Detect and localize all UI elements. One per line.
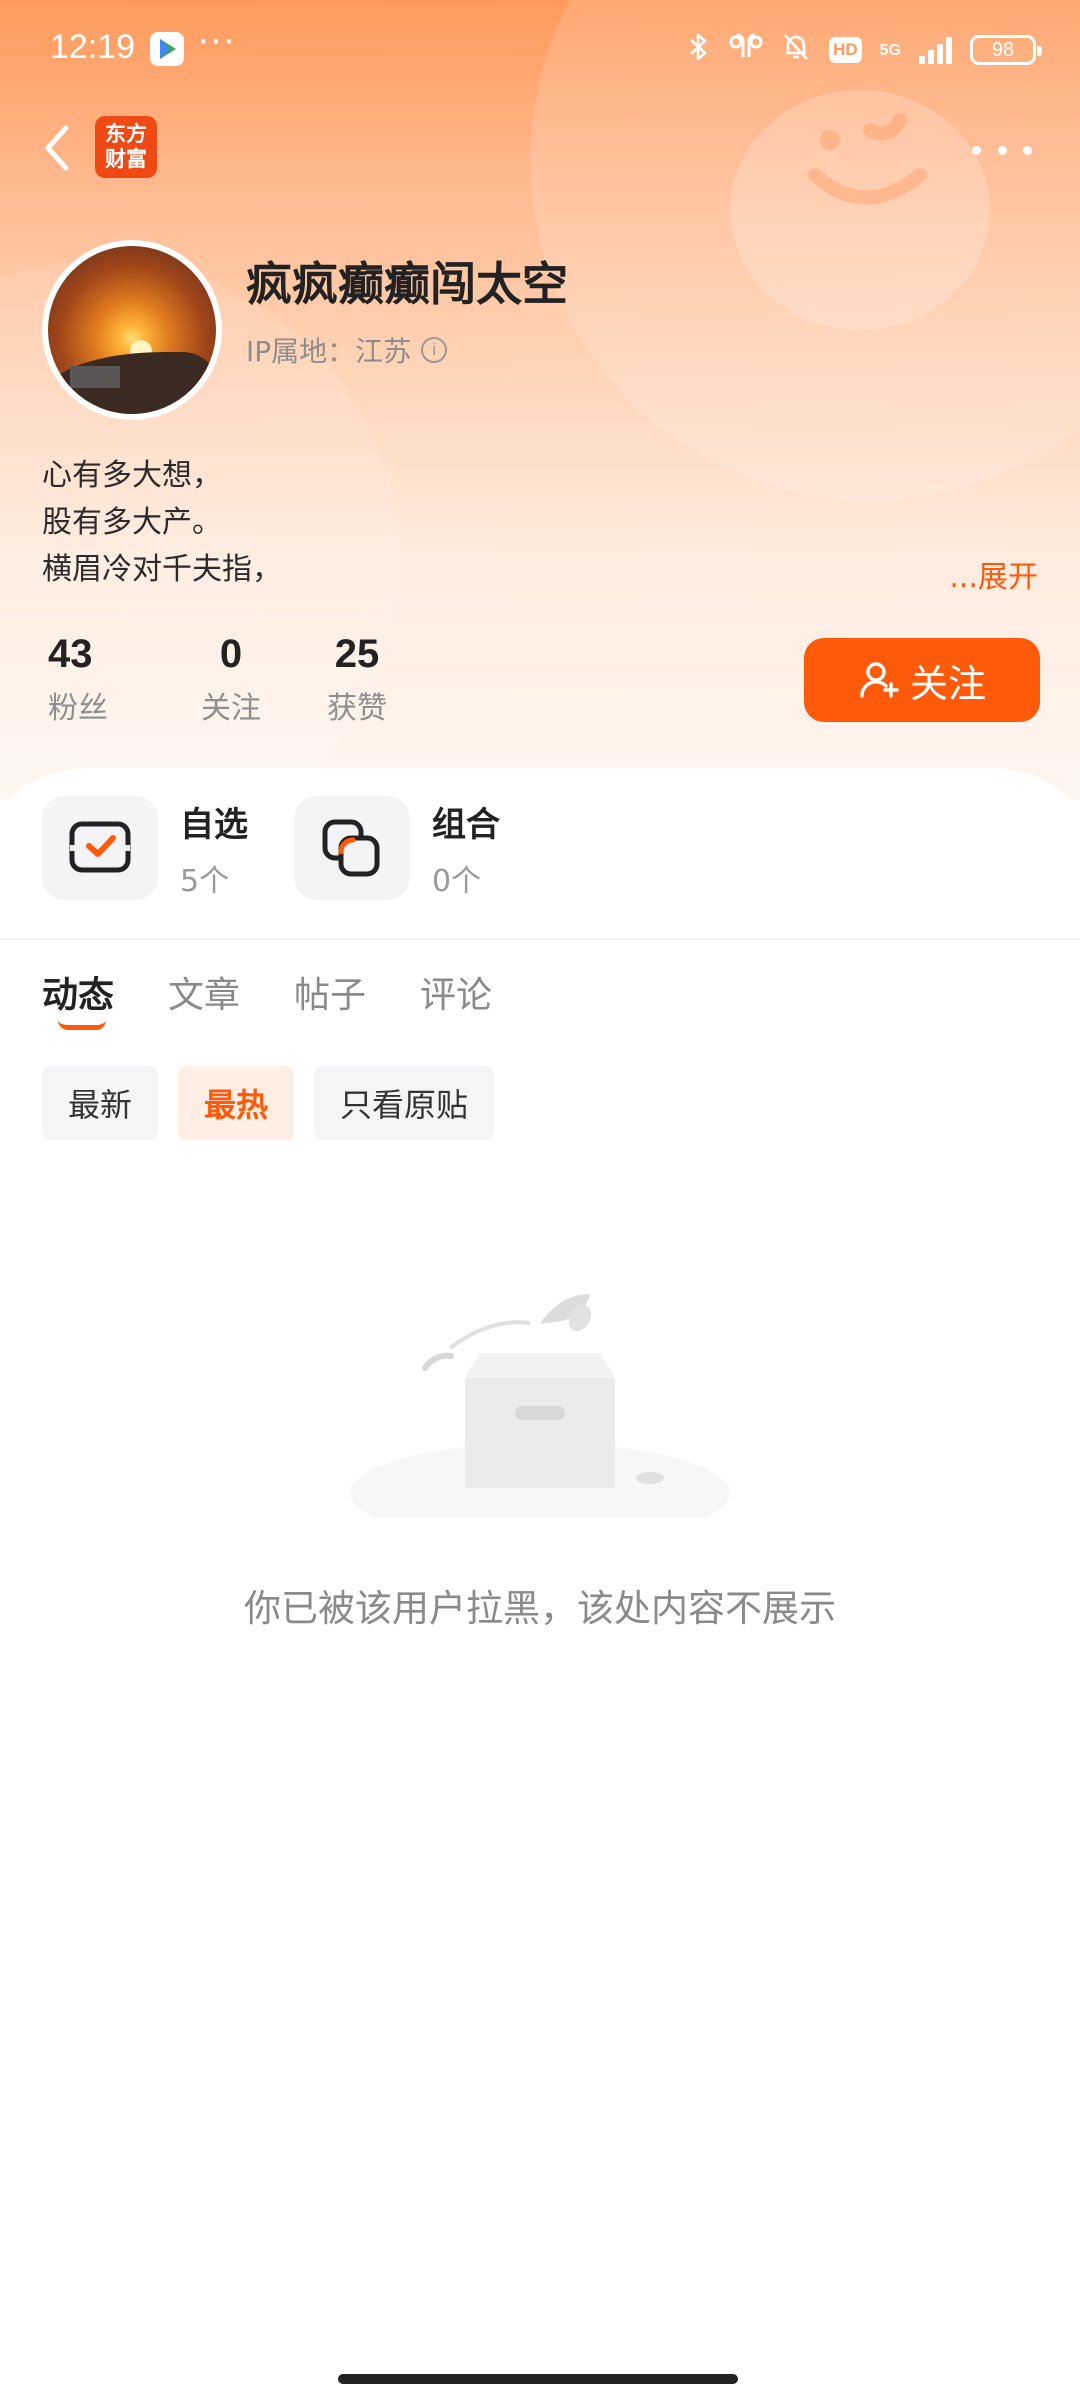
filter-latest[interactable]: 最新 xyxy=(42,1066,159,1140)
follow-button[interactable]: 关注 xyxy=(804,638,1040,722)
back-button[interactable] xyxy=(36,118,84,178)
shortcut-count: 5个 xyxy=(180,863,230,899)
tab-activity[interactable]: 动态 xyxy=(42,966,115,1030)
tab-posts[interactable]: 帖子 xyxy=(294,966,366,1018)
home-indicator[interactable] xyxy=(338,2374,738,2384)
stat-following[interactable]: 0 关注 xyxy=(168,632,294,727)
filter-chips: 最新 最热 只看原贴 xyxy=(42,1066,495,1140)
divider xyxy=(0,938,1080,940)
status-time: 12:19 xyxy=(50,28,136,66)
stat-label: 关注 xyxy=(201,691,261,726)
bell-muted-icon xyxy=(781,31,811,69)
ip-location-text: IP属地：江苏 xyxy=(246,335,412,368)
battery-icon: 98 xyxy=(970,35,1042,65)
tab-comments[interactable]: 评论 xyxy=(420,966,492,1018)
dot-icon xyxy=(972,145,981,155)
bio-line: 心有多大想， xyxy=(42,458,222,493)
earbuds-icon xyxy=(729,31,763,69)
filter-original-only[interactable]: 只看原贴 xyxy=(314,1066,495,1140)
stat-likes[interactable]: 25 获赞 xyxy=(294,632,420,727)
hd-badge: HD xyxy=(829,37,862,63)
tab-label: 评论 xyxy=(420,975,493,1016)
smiley-bubble-icon xyxy=(808,113,927,205)
shortcut-watchlist[interactable]: 自选 5个 xyxy=(42,796,248,900)
tab-label: 动态 xyxy=(42,975,115,1016)
avatar[interactable] xyxy=(42,240,222,420)
status-more-dots: ··· xyxy=(198,22,237,62)
bluetooth-icon xyxy=(687,31,711,69)
shortcut-portfolio[interactable]: 组合 0个 xyxy=(294,796,500,900)
info-icon[interactable]: i xyxy=(421,337,448,363)
add-user-icon xyxy=(860,662,899,698)
bio-line: 横眉冷对千夫指， xyxy=(42,552,282,587)
empty-box-illustration xyxy=(350,1294,730,1518)
ip-location: IP属地：江苏 i xyxy=(246,330,448,370)
battery-level: 98 xyxy=(991,38,1015,61)
portfolio-icon xyxy=(322,819,380,877)
bio: 心有多大想， 股有多大产。 横眉冷对千夫指， xyxy=(42,452,282,593)
tab-label: 帖子 xyxy=(294,975,367,1016)
more-options-button[interactable] xyxy=(972,130,1032,170)
username: 疯疯癫癫闯太空 xyxy=(246,257,568,311)
profile-stats: 43 粉丝 0 关注 25 获赞 xyxy=(42,632,420,727)
stat-fans[interactable]: 43 粉丝 xyxy=(42,632,168,727)
stat-label: 获赞 xyxy=(327,691,387,726)
signal-strength-icon xyxy=(919,36,952,64)
blocked-empty-message: 你已被该用户拉黑，该处内容不展示 xyxy=(244,1587,836,1630)
logo-text-line2: 财富 xyxy=(105,147,147,171)
content-card: 自选 5个 组合 0个 动态 文章 帖子 评论 最新 最热 只看原贴 你已被该用… xyxy=(0,768,1080,2400)
app-logo: 东方 财富 xyxy=(95,116,157,178)
stat-value: 25 xyxy=(334,632,380,676)
watchlist-check-icon xyxy=(69,821,131,873)
play-store-icon xyxy=(150,32,184,66)
tab-active-indicator xyxy=(58,1020,106,1030)
bio-line: 股有多大产。 xyxy=(42,505,222,540)
stat-value: 43 xyxy=(48,632,93,676)
tab-articles[interactable]: 文章 xyxy=(168,966,240,1018)
stat-value: 0 xyxy=(219,632,243,676)
dot-icon xyxy=(1023,145,1032,155)
dot-icon xyxy=(997,145,1007,155)
tab-label: 文章 xyxy=(168,975,241,1016)
shortcut-name: 自选 xyxy=(180,804,248,845)
follow-label: 关注 xyxy=(909,661,986,706)
stat-label: 粉丝 xyxy=(48,691,108,726)
logo-text-line1: 东方 xyxy=(105,122,147,146)
network-type: 5G xyxy=(879,41,901,59)
chevron-left-icon xyxy=(45,125,69,171)
shortcut-name: 组合 xyxy=(432,804,500,845)
filter-hottest[interactable]: 最热 xyxy=(178,1066,295,1140)
expand-bio-link[interactable]: ...展开 xyxy=(949,552,1038,596)
status-bar: 12:19 ··· HD 5G 98 xyxy=(0,0,1080,100)
status-icons: HD 5G 98 xyxy=(687,28,1042,72)
content-tabs: 动态 文章 帖子 评论 xyxy=(42,966,492,1030)
shortcut-count: 0个 xyxy=(432,863,482,899)
